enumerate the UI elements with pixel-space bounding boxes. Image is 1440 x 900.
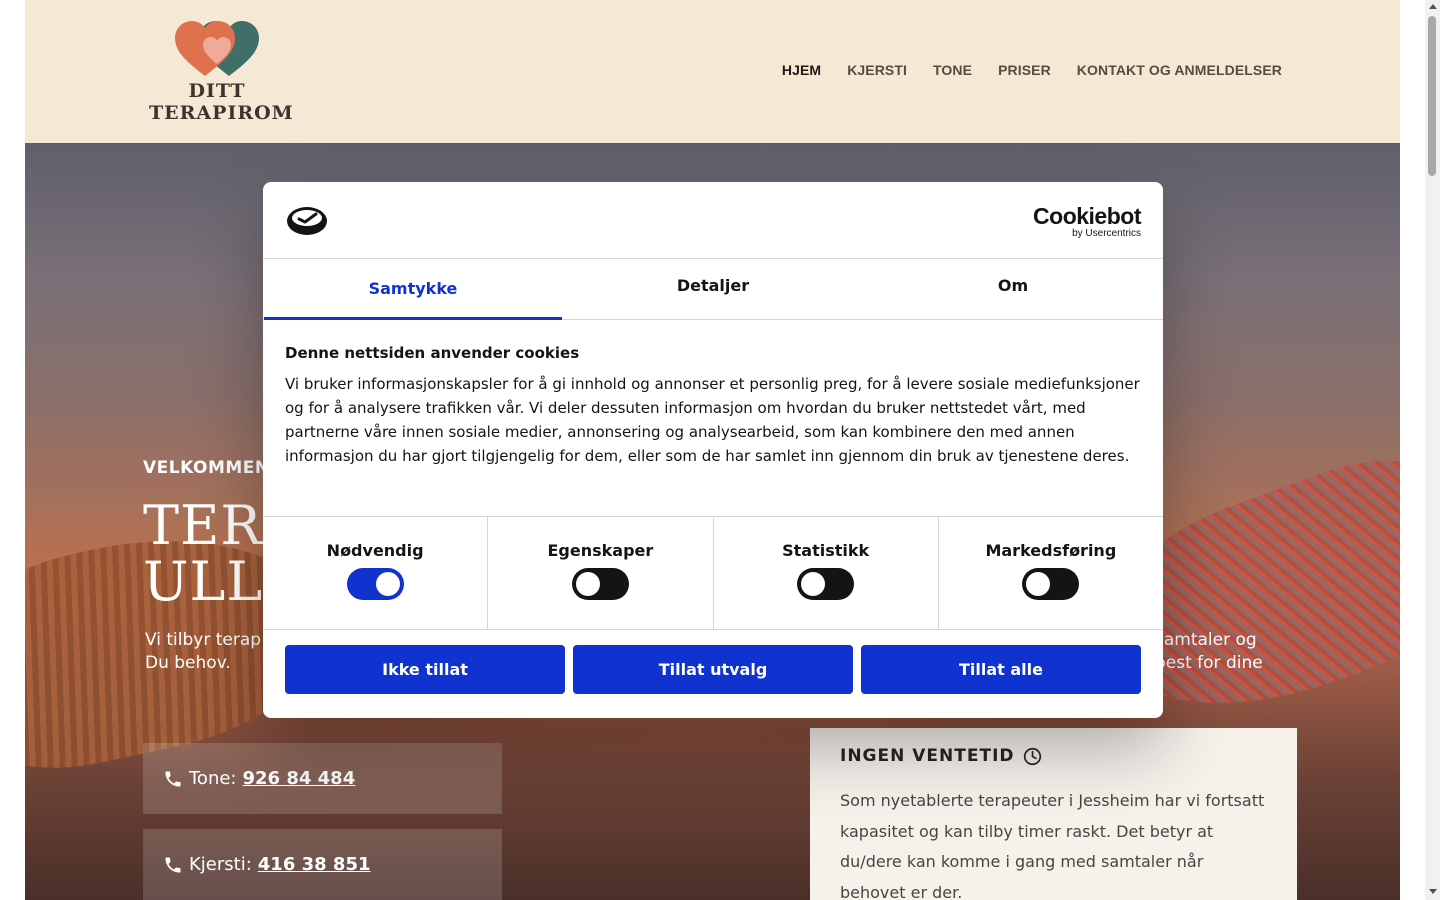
- cookie-dialog-heading: Denne nettsiden anvender cookies: [285, 344, 580, 362]
- nav-item-kontakt[interactable]: KONTAKT OG ANMELDELSER: [1077, 62, 1282, 78]
- toggle-switch-egenskaper[interactable]: [571, 568, 629, 600]
- phone-link-kjersti[interactable]: 416 38 851: [258, 854, 371, 875]
- deny-button[interactable]: Ikke tillat: [285, 645, 565, 694]
- phone-box-kjersti: Kjersti: 416 38 851: [143, 829, 502, 900]
- toggle-label-statistikk: Statistikk: [782, 541, 870, 560]
- page: DITT TERAPIROM HJEM KJERSTI TONE PRISER …: [0, 0, 1440, 900]
- tab-detaljer[interactable]: Detaljer: [563, 259, 863, 319]
- toggle-label-markedsforing: Markedsføring: [985, 541, 1117, 560]
- toggle-switch-statistikk[interactable]: [797, 568, 855, 600]
- cookiebot-brand[interactable]: Cookiebot by Usercentrics: [1033, 204, 1141, 240]
- toggle-group-egenskaper: Egenskaper: [488, 517, 714, 629]
- scroll-down-arrow-icon[interactable]: [1429, 889, 1437, 894]
- toggle-label-nodvendig: Nødvendig: [326, 541, 424, 560]
- info-card-text: Som nyetablerte terapeuter i Jessheim ha…: [840, 791, 1265, 900]
- cookie-dialog-body: Denne nettsiden anvender cookies Vi bruk…: [263, 320, 1163, 516]
- nav-item-tone[interactable]: TONE: [933, 62, 972, 78]
- cookie-brand-logo-icon: [287, 207, 327, 235]
- hero-welcome: VELKOMMEN: [143, 458, 270, 478]
- toggle-group-markedsforing: Markedsføring: [939, 517, 1163, 629]
- phone-icon: [165, 857, 181, 872]
- scrollbar-thumb[interactable]: [1428, 16, 1436, 176]
- nav-item-kjersti[interactable]: KJERSTI: [847, 62, 907, 78]
- phone-icon: [165, 771, 181, 786]
- toggle-knob: [575, 572, 600, 596]
- cookiebot-brand-name: Cookiebot: [1033, 203, 1141, 229]
- page-scrollbar[interactable]: [1425, 0, 1440, 900]
- info-card-title-text: INGEN VENTETID: [840, 746, 1015, 766]
- site-header: DITT TERAPIROM HJEM KJERSTI TONE PRISER …: [25, 0, 1400, 143]
- phone-label-tone: Tone:: [189, 768, 237, 789]
- tab-samtykke[interactable]: Samtykke: [263, 259, 563, 320]
- toggle-switch-markedsforing[interactable]: [1022, 568, 1080, 600]
- hearts-logo-icon: [175, 21, 259, 76]
- info-card-title: INGEN VENTETID: [840, 746, 1267, 766]
- tab-om[interactable]: Om: [863, 259, 1163, 319]
- main-nav: HJEM KJERSTI TONE PRISER KONTAKT OG ANME…: [782, 62, 1282, 78]
- info-card-ingen-ventetid: INGEN VENTETID Som nyetablerte terapeute…: [810, 728, 1297, 900]
- scroll-up-arrow-icon[interactable]: [1429, 4, 1437, 9]
- hero-intro-text-right: samtaler og best for dine: [1155, 630, 1263, 673]
- phone-link-tone[interactable]: 926 84 484: [243, 768, 356, 789]
- toggle-knob: [1026, 572, 1051, 596]
- clock-icon: [1023, 747, 1041, 765]
- cookie-dialog-header: Cookiebot by Usercentrics: [263, 182, 1163, 259]
- allow-selection-button[interactable]: Tillat utvalg: [573, 645, 853, 694]
- cookie-dialog-buttons: Ikke tillat Tillat utvalg Tillat alle: [263, 630, 1163, 709]
- logo-text-line2: TERAPIROM: [149, 102, 294, 124]
- logo-text-line1: DITT: [188, 80, 246, 102]
- cookie-category-toggles: Nødvendig Egenskaper Statistikk Markedsf…: [263, 516, 1163, 630]
- cookie-dialog-tabs: Samtykke Detaljer Om: [263, 259, 1163, 320]
- nav-item-priser[interactable]: PRISER: [998, 62, 1051, 78]
- site-logo[interactable]: DITT TERAPIROM: [149, 18, 294, 128]
- nav-item-hjem[interactable]: HJEM: [782, 62, 821, 78]
- cookiebot-brand-sub: by Usercentrics: [1072, 228, 1141, 239]
- cookie-dialog-text: Vi bruker informasjonskapsler for å gi i…: [285, 375, 1140, 465]
- cookie-consent-dialog: Cookiebot by Usercentrics Samtykke Detal…: [263, 182, 1163, 718]
- toggle-knob: [801, 572, 826, 596]
- allow-all-button[interactable]: Tillat alle: [861, 645, 1141, 694]
- toggle-group-statistikk: Statistikk: [714, 517, 939, 629]
- toggle-label-egenskaper: Egenskaper: [547, 541, 654, 560]
- toggle-knob: [375, 572, 400, 596]
- phone-box-tone: Tone: 926 84 484: [143, 743, 502, 814]
- toggle-switch-nodvendig[interactable]: [346, 568, 404, 600]
- phone-label-kjersti: Kjersti:: [189, 854, 252, 875]
- toggle-group-nodvendig: Nødvendig: [263, 517, 489, 629]
